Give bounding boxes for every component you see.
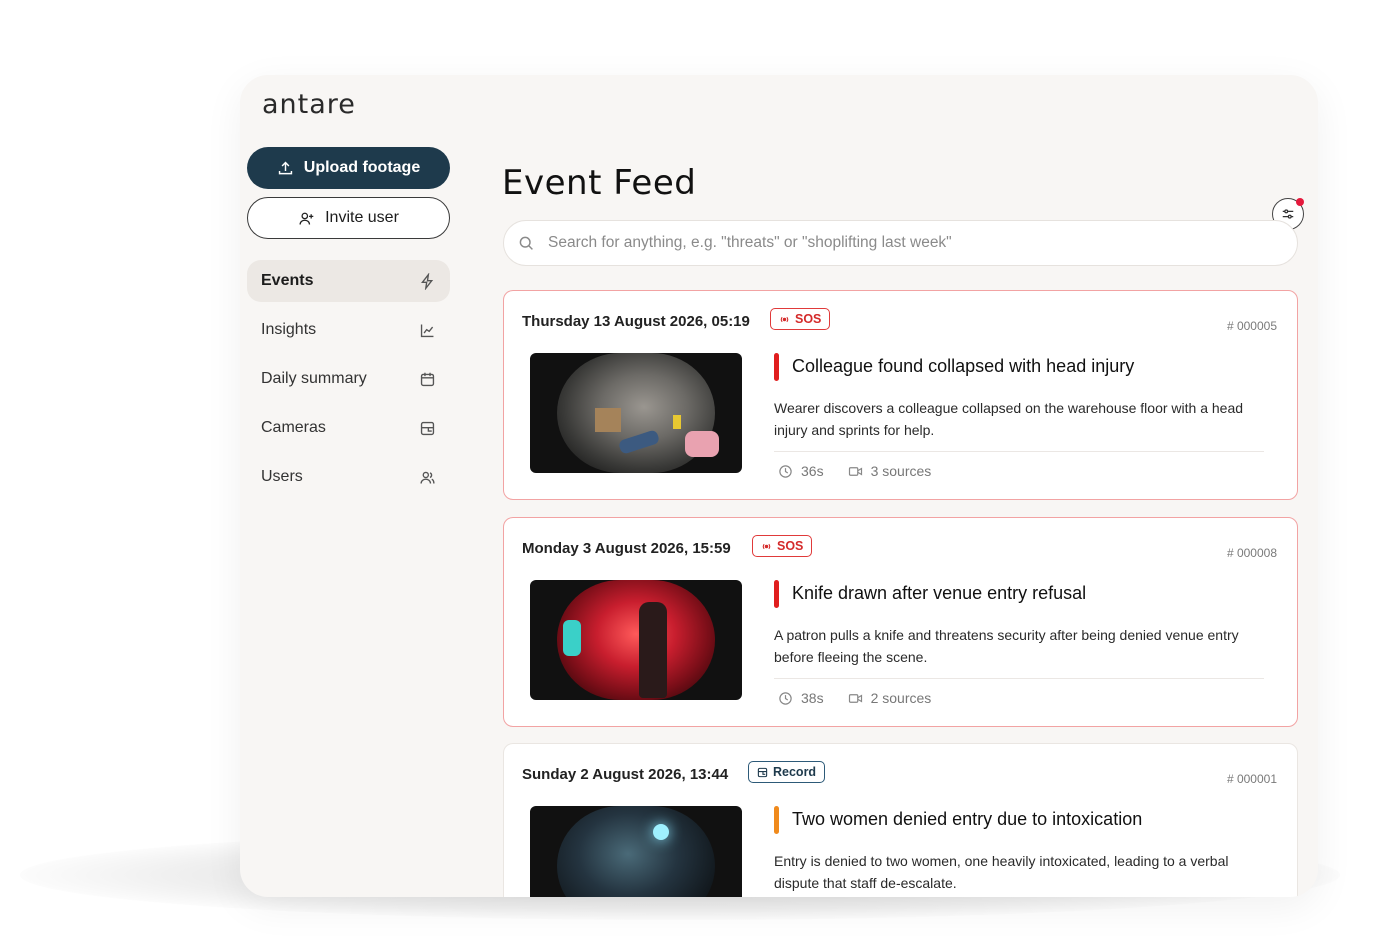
bolt-icon bbox=[421, 272, 434, 290]
clock-icon bbox=[779, 464, 792, 478]
main-content: Event Feed Search for anything, e.g. "th… bbox=[502, 75, 1304, 897]
sidebar-item-label: Users bbox=[261, 468, 303, 485]
video-icon bbox=[848, 693, 862, 703]
calendar-icon bbox=[420, 372, 435, 386]
event-card[interactable]: Sunday 2 August 2026, 13:44 Record # 000… bbox=[503, 743, 1298, 897]
video-icon bbox=[848, 466, 862, 476]
divider bbox=[774, 678, 1264, 679]
event-sources: 3 sources bbox=[870, 463, 932, 479]
clock-icon bbox=[779, 691, 792, 705]
sos-badge: SOS bbox=[752, 535, 813, 557]
sidebar-item-insights[interactable]: Insights bbox=[247, 309, 450, 351]
sidebar-item-cameras[interactable]: Cameras bbox=[247, 407, 450, 449]
camera-icon bbox=[420, 421, 435, 435]
event-thumbnail[interactable] bbox=[530, 353, 742, 473]
event-meta: 38s 2 sources bbox=[778, 690, 931, 706]
event-date: Sunday 2 August 2026, 13:44 bbox=[522, 766, 729, 783]
event-card[interactable]: Thursday 13 August 2026, 05:19 SOS # 000… bbox=[503, 290, 1298, 500]
event-meta: 36s 3 sources bbox=[778, 463, 931, 479]
upload-footage-label: Upload footage bbox=[303, 159, 421, 176]
sidebar: antare Upload footage Invite user Events… bbox=[240, 75, 470, 897]
badge-label: Record bbox=[773, 765, 817, 779]
event-description: Wearer discovers a colleague collapsed o… bbox=[774, 400, 1244, 438]
chart-icon bbox=[420, 324, 434, 337]
sidebar-nav: Events Insights Daily summary Cameras Us… bbox=[247, 260, 450, 505]
sidebar-item-label: Insights bbox=[261, 321, 317, 338]
sidebar-item-label: Daily summary bbox=[261, 370, 367, 387]
event-title: Knife drawn after venue entry refusal bbox=[792, 583, 1087, 603]
event-title: Colleague found collapsed with head inju… bbox=[792, 356, 1135, 376]
event-sources: 2 sources bbox=[870, 690, 932, 706]
severity-bar bbox=[774, 806, 779, 834]
event-id: # 000008 bbox=[1226, 546, 1277, 560]
notification-dot bbox=[1296, 198, 1304, 206]
badge-label: SOS bbox=[795, 312, 822, 326]
event-thumbnail[interactable] bbox=[530, 580, 742, 700]
search-input[interactable]: Search for anything, e.g. "threats" or "… bbox=[503, 220, 1298, 266]
invite-user-label: Invite user bbox=[325, 209, 399, 226]
app-logo: antare bbox=[262, 89, 356, 120]
event-card[interactable]: Monday 3 August 2026, 15:59 SOS # 000008… bbox=[503, 517, 1298, 727]
event-id: # 000005 bbox=[1226, 319, 1277, 333]
sidebar-item-events[interactable]: Events bbox=[247, 260, 450, 302]
event-date: Monday 3 August 2026, 15:59 bbox=[522, 540, 731, 557]
record-badge: Record bbox=[748, 761, 826, 783]
event-duration: 36s bbox=[801, 463, 824, 479]
invite-user-button[interactable]: Invite user bbox=[247, 197, 450, 239]
page-title: Event Feed bbox=[502, 163, 697, 203]
severity-bar bbox=[774, 580, 779, 608]
event-duration: 38s bbox=[801, 690, 824, 706]
event-date: Thursday 13 August 2026, 05:19 bbox=[522, 313, 750, 330]
event-description: A patron pulls a knife and threatens sec… bbox=[774, 627, 1239, 665]
search-placeholder: Search for anything, e.g. "threats" or "… bbox=[548, 234, 952, 251]
sidebar-item-label: Events bbox=[261, 272, 314, 289]
upload-icon bbox=[278, 161, 292, 174]
user-plus-icon bbox=[299, 212, 314, 225]
broadcast-icon bbox=[762, 543, 771, 549]
sos-badge: SOS bbox=[770, 308, 831, 330]
divider bbox=[774, 451, 1264, 452]
upload-footage-button[interactable]: Upload footage bbox=[247, 147, 450, 189]
sidebar-item-users[interactable]: Users bbox=[247, 456, 450, 498]
event-title: Two women denied entry due to intoxicati… bbox=[792, 809, 1143, 829]
sidebar-item-label: Cameras bbox=[261, 419, 326, 436]
users-icon bbox=[420, 471, 435, 484]
record-icon bbox=[757, 767, 768, 777]
event-description: Entry is denied to two women, one heavil… bbox=[774, 853, 1229, 891]
filter-icon bbox=[1282, 209, 1294, 219]
search-icon bbox=[519, 236, 533, 250]
broadcast-icon bbox=[780, 316, 789, 322]
badge-label: SOS bbox=[777, 539, 804, 553]
app-window: antare Upload footage Invite user Events… bbox=[240, 75, 1318, 897]
severity-bar bbox=[774, 353, 779, 381]
event-id: # 000001 bbox=[1226, 772, 1277, 786]
event-thumbnail[interactable] bbox=[530, 806, 742, 897]
sidebar-item-daily-summary[interactable]: Daily summary bbox=[247, 358, 450, 400]
